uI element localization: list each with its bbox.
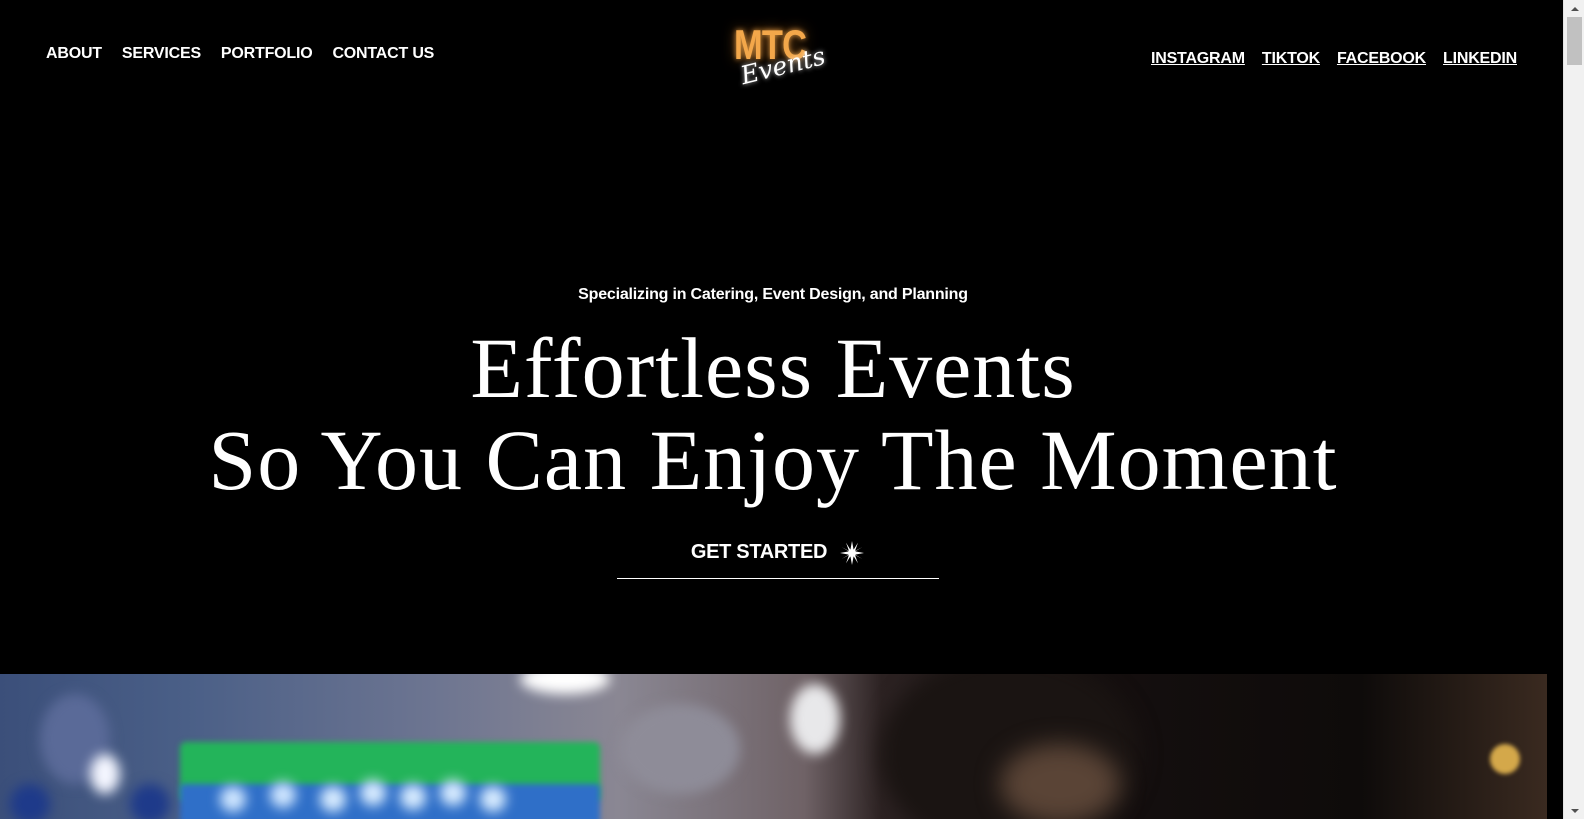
hero-headline: Effortless Events So You Can Enjoy The M… — [0, 322, 1546, 506]
get-started-button[interactable]: GET STARTED — [617, 537, 939, 579]
social-link-linkedin[interactable]: LINKEDIN — [1443, 50, 1517, 68]
social-link-facebook[interactable]: FACEBOOK — [1337, 50, 1426, 68]
page-scrollbar[interactable] — [1563, 0, 1584, 819]
page: ABOUT SERVICES PORTFOLIO CONTACT US MTC … — [0, 0, 1563, 819]
social-link-instagram[interactable]: INSTAGRAM — [1151, 50, 1245, 68]
starburst-icon — [840, 541, 865, 565]
social-nav: INSTAGRAM TIKTOK FACEBOOK LINKEDIN — [1151, 50, 1517, 68]
nav-link-portfolio[interactable]: PORTFOLIO — [221, 45, 313, 63]
nav-link-contact-us[interactable]: CONTACT US — [332, 45, 434, 63]
hero-tagline: Specializing in Catering, Event Design, … — [578, 286, 968, 303]
hero-video — [0, 674, 1547, 819]
main-nav: ABOUT SERVICES PORTFOLIO CONTACT US — [46, 45, 434, 63]
hero-headline-line-1: Effortless Events — [470, 320, 1076, 416]
nav-link-services[interactable]: SERVICES — [122, 45, 201, 63]
scroll-up-arrow-icon[interactable] — [1564, 0, 1584, 17]
hero-headline-line-2: So You Can Enjoy The Moment — [208, 412, 1338, 508]
scrollbar-thumb[interactable] — [1567, 17, 1582, 65]
social-link-tiktok[interactable]: TIKTOK — [1262, 50, 1320, 68]
scroll-down-arrow-icon[interactable] — [1564, 802, 1584, 819]
site-logo[interactable]: MTC Events — [730, 24, 828, 108]
nav-link-about[interactable]: ABOUT — [46, 45, 102, 63]
get-started-label: GET STARTED — [690, 541, 828, 563]
